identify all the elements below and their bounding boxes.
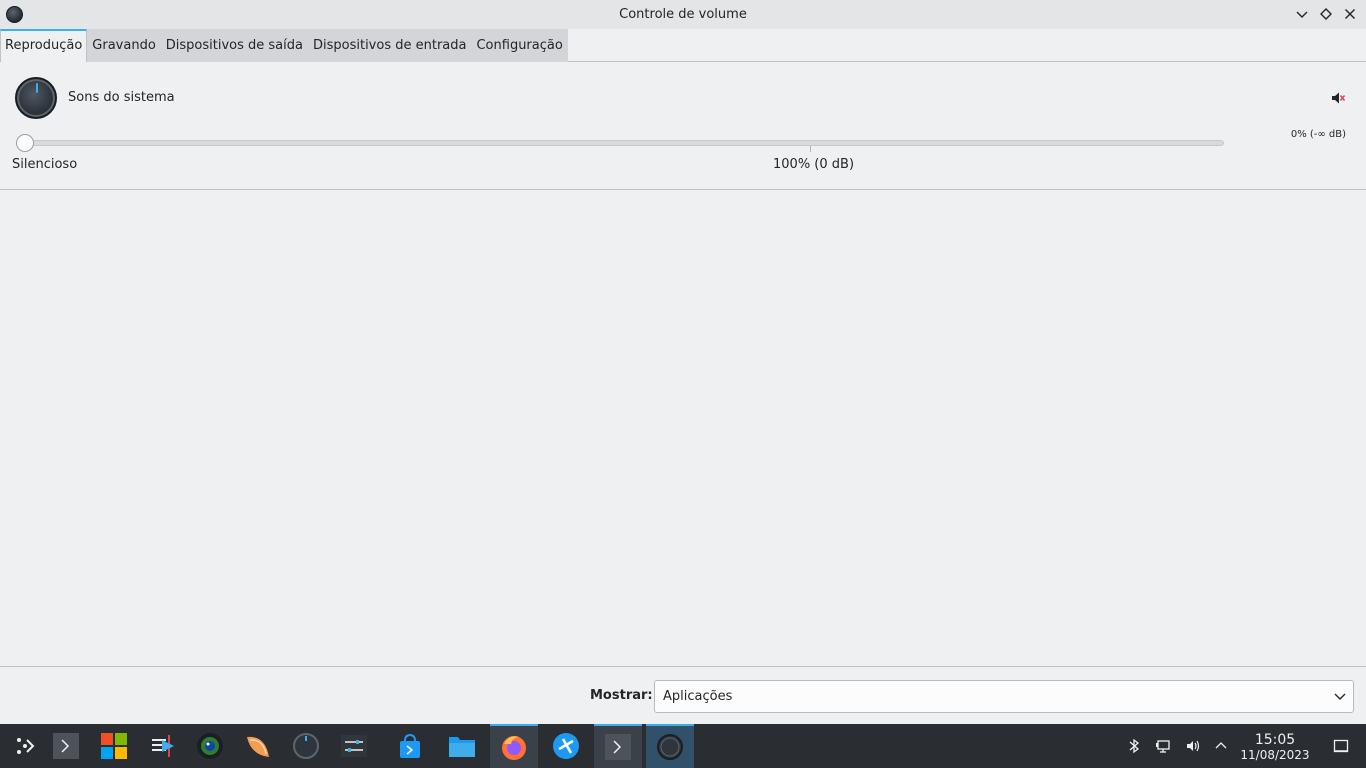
slider-handle[interactable] — [16, 134, 34, 152]
footer-bar: Mostrar: Aplicações — [0, 666, 1366, 724]
tab-reproducao[interactable]: Reprodução — [0, 29, 88, 62]
speaker-muted-icon — [1332, 92, 1346, 104]
chevron-down-icon — [1296, 11, 1308, 18]
taskbar-firefox[interactable] — [490, 724, 538, 768]
taskbar-terminal[interactable] — [42, 724, 90, 768]
tab-bar: Reprodução Gravando Dispositivos de saíd… — [0, 29, 1366, 62]
tray-volume[interactable] — [1182, 724, 1204, 768]
camera-lens-icon — [197, 733, 223, 759]
speaker-icon — [1187, 740, 1200, 752]
clock-date: 11/08/2023 — [1240, 748, 1310, 762]
taskbar-settings[interactable] — [330, 724, 378, 768]
taskbar-camera[interactable] — [186, 724, 234, 768]
tab-dispositivos-saida[interactable]: Dispositivos de saída — [161, 29, 308, 62]
scale-min-label: Silencioso — [12, 157, 78, 172]
store-bag-icon — [400, 733, 420, 758]
scale-100-label: 100% (0 dB) — [773, 157, 855, 172]
maximize-button[interactable] — [1316, 4, 1336, 24]
terminal-icon — [53, 733, 79, 759]
volume-control-icon — [657, 734, 683, 760]
clock[interactable]: 15:05 11/08/2023 — [1236, 732, 1314, 762]
volume-slider[interactable] — [16, 134, 1224, 152]
scale-100-tick — [810, 146, 811, 152]
taskbar: 15:05 11/08/2023 — [0, 724, 1366, 768]
taskbar-citrus-app[interactable] — [234, 724, 282, 768]
taskbar-volume-knob[interactable] — [282, 724, 330, 768]
tray-bluetooth[interactable] — [1124, 724, 1144, 768]
terminal-icon — [605, 734, 631, 760]
taskbar-files[interactable] — [438, 724, 486, 768]
windows-logo-icon — [101, 733, 127, 759]
show-select[interactable]: Aplicações — [654, 680, 1354, 713]
window-title: Controle de volume — [619, 7, 747, 22]
bluetooth-icon — [1129, 738, 1140, 754]
tab-dispositivos-entrada[interactable]: Dispositivos de entrada — [308, 29, 472, 62]
volume-readout: 0% (-∞ dB) — [1290, 129, 1346, 140]
network-app-icon — [553, 733, 579, 759]
show-label: Mostrar: — [590, 688, 653, 703]
mute-button[interactable] — [1328, 88, 1348, 108]
show-desktop-icon — [1333, 739, 1349, 753]
folder-icon — [449, 737, 475, 757]
tray-expand[interactable] — [1212, 724, 1230, 768]
minimize-button[interactable] — [1292, 4, 1312, 24]
close-button[interactable] — [1340, 4, 1360, 24]
clock-time: 15:05 — [1254, 732, 1296, 748]
taskbar-store[interactable] — [386, 724, 434, 768]
application-launcher-icon — [17, 738, 35, 754]
chevron-down-icon — [1334, 693, 1346, 700]
citrus-app-icon — [247, 736, 269, 757]
slider-track — [16, 140, 1224, 146]
taskbar-network-app[interactable] — [542, 724, 590, 768]
network-wired-icon — [1156, 740, 1170, 753]
taskbar-volume-control[interactable] — [646, 724, 694, 768]
settings-sliders-icon — [341, 735, 367, 757]
chevron-up-icon — [1215, 742, 1227, 749]
show-select-value: Aplicações — [663, 689, 733, 704]
kdenlive-icon — [152, 735, 174, 757]
taskbar-kdenlive[interactable] — [138, 724, 186, 768]
taskbar-terminal-2[interactable] — [594, 724, 642, 768]
stream-name: Sons do sistema — [68, 90, 175, 105]
diamond-icon — [1320, 8, 1332, 20]
taskbar-windows[interactable] — [90, 724, 138, 768]
volume-knob-icon — [15, 77, 57, 119]
volume-knob-icon — [293, 733, 319, 759]
stream-row: Sons do sistema 0% (-∞ dB) Silencioso 10… — [0, 62, 1366, 190]
application-launcher-button[interactable] — [0, 724, 48, 768]
volume-control-app-icon — [6, 6, 23, 23]
show-desktop-button[interactable] — [1330, 724, 1352, 768]
close-icon — [1345, 9, 1355, 19]
tray-network[interactable] — [1152, 724, 1174, 768]
firefox-icon — [502, 736, 526, 760]
title-bar: Controle de volume — [0, 0, 1366, 29]
tab-configuracao[interactable]: Configuração — [471, 29, 567, 62]
tab-gravando[interactable]: Gravando — [87, 29, 161, 62]
